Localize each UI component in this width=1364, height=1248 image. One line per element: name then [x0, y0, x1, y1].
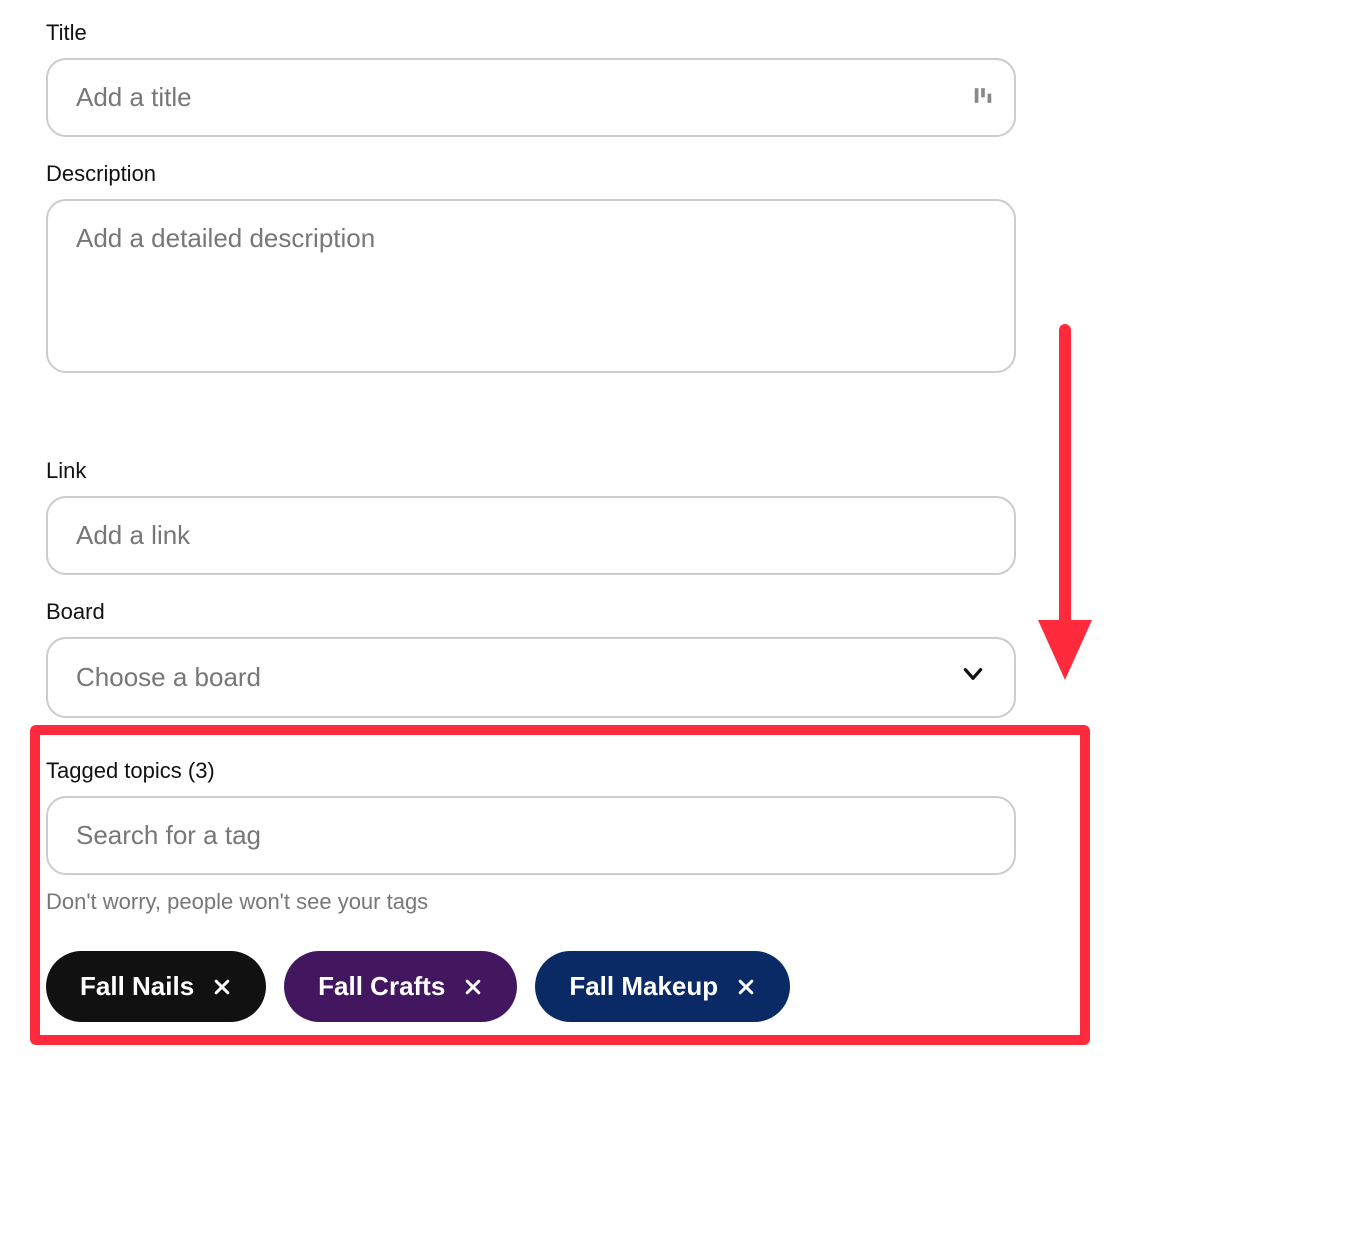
link-input[interactable]	[46, 496, 1016, 575]
tag-search-input[interactable]	[46, 796, 1016, 875]
tag-chip-label: Fall Nails	[80, 971, 194, 1002]
tag-chip[interactable]: Fall Makeup	[535, 951, 790, 1022]
board-field-group: Board Choose a board	[46, 599, 1016, 718]
tag-chip-label: Fall Makeup	[569, 971, 718, 1002]
board-label: Board	[46, 599, 1016, 625]
pin-create-form: Title Description Link Board Choose a bo…	[46, 20, 1016, 1022]
title-field-group: Title	[46, 20, 1016, 137]
close-icon[interactable]	[463, 977, 483, 997]
close-icon[interactable]	[212, 977, 232, 997]
tagged-topics-section: Tagged topics (3) Don't worry, people wo…	[46, 758, 1016, 1022]
tags-help-text: Don't worry, people won't see your tags	[46, 889, 1016, 915]
description-label: Description	[46, 161, 1016, 187]
tag-chip[interactable]: Fall Crafts	[284, 951, 517, 1022]
tag-chip-row: Fall Nails Fall Crafts Fall Makeup	[46, 951, 1016, 1022]
description-field-group: Description	[46, 161, 1016, 378]
board-select-placeholder: Choose a board	[76, 662, 261, 693]
tag-chip[interactable]: Fall Nails	[46, 951, 266, 1022]
board-select[interactable]: Choose a board	[46, 637, 1016, 718]
chevron-down-icon	[960, 661, 986, 694]
link-field-group: Link	[46, 458, 1016, 575]
description-input[interactable]	[46, 199, 1016, 373]
title-label: Title	[46, 20, 1016, 46]
title-input[interactable]	[46, 58, 1016, 137]
title-input-wrap	[46, 58, 1016, 137]
tag-chip-label: Fall Crafts	[318, 971, 445, 1002]
close-icon[interactable]	[736, 977, 756, 997]
tagged-topics-label: Tagged topics (3)	[46, 758, 1016, 784]
link-label: Link	[46, 458, 1016, 484]
annotation-arrow-icon	[1030, 320, 1100, 695]
